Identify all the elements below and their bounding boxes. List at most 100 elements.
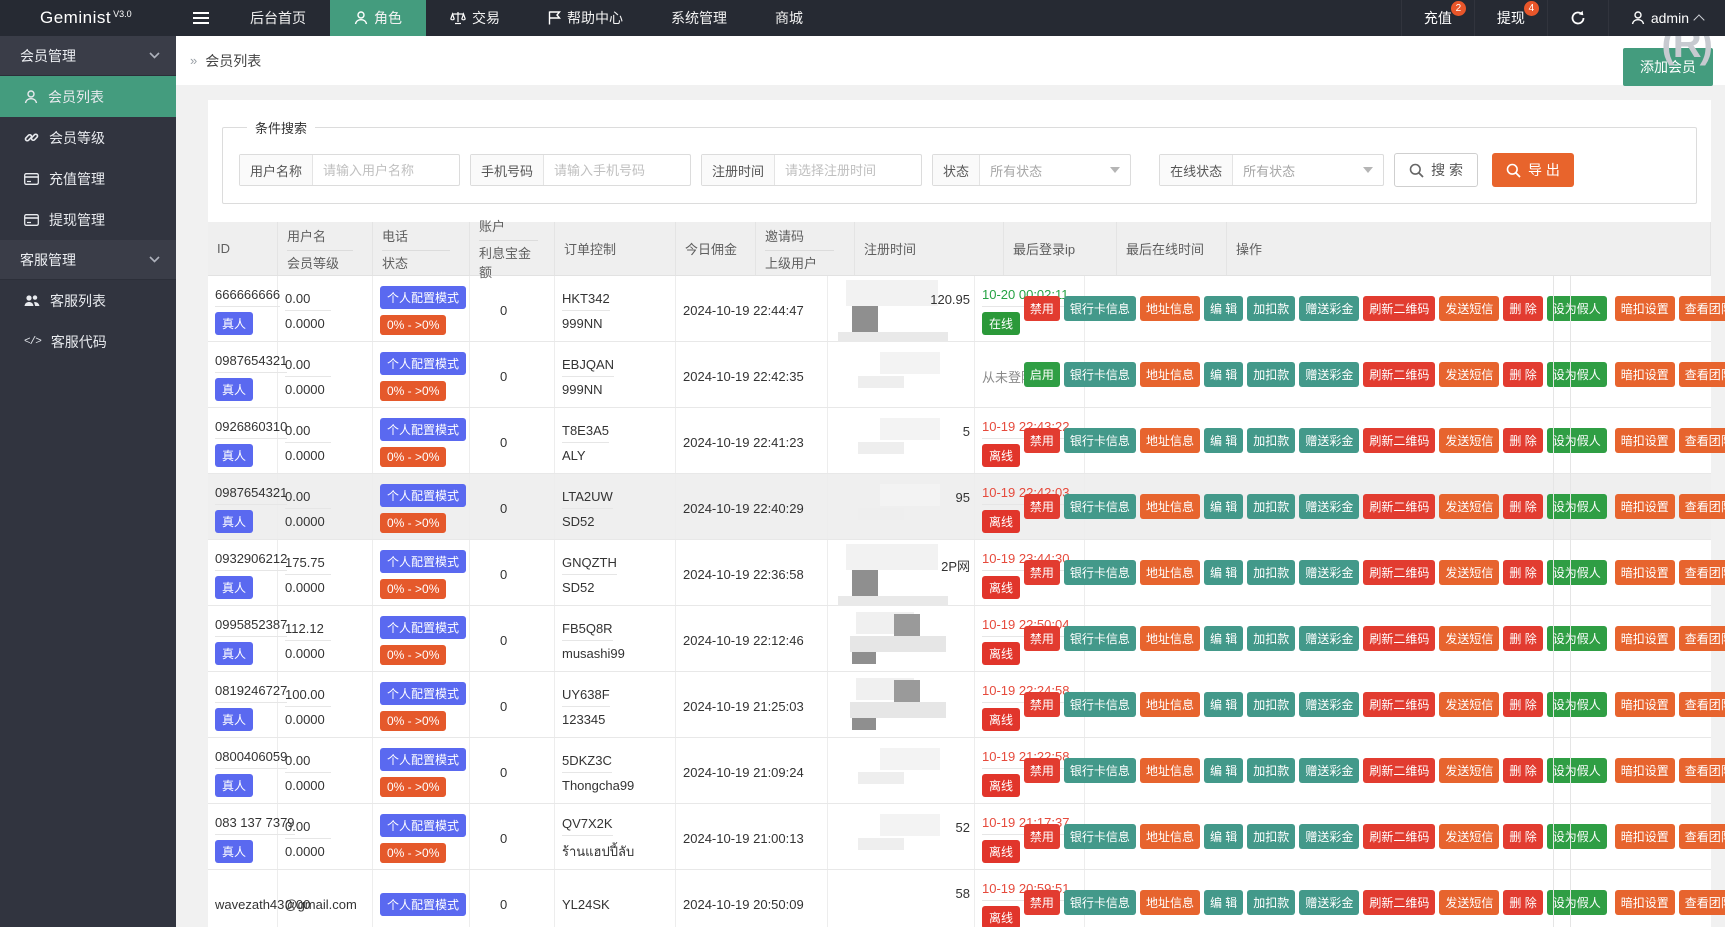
action-加扣款[interactable]: 加扣款 bbox=[1247, 428, 1296, 453]
config-mode-badge[interactable]: 个人配置模式 bbox=[380, 893, 467, 916]
action-赠送彩金[interactable]: 赠送彩金 bbox=[1299, 890, 1360, 915]
action-暗扣设置[interactable]: 暗扣设置 bbox=[1614, 296, 1675, 321]
action-地址信息[interactable]: 地址信息 bbox=[1139, 824, 1200, 849]
action-查看团队[interactable]: 查看团队 bbox=[1678, 428, 1725, 453]
sidebar-item-会员等级[interactable]: 会员等级 bbox=[0, 117, 176, 158]
action-加扣款[interactable]: 加扣款 bbox=[1247, 824, 1296, 849]
action-刷新二维码[interactable]: 刷新二维码 bbox=[1363, 428, 1436, 453]
rate-badge[interactable]: 0% - >0% bbox=[380, 843, 447, 863]
disable-button[interactable]: 禁用 bbox=[1023, 428, 1060, 453]
action-发送短信[interactable]: 发送短信 bbox=[1439, 560, 1500, 585]
action-加扣款[interactable]: 加扣款 bbox=[1247, 494, 1296, 519]
action-赠送彩金[interactable]: 赠送彩金 bbox=[1299, 824, 1360, 849]
nav-withdraw[interactable]: 提现 4 bbox=[1473, 0, 1547, 36]
field-input-手机号码[interactable] bbox=[544, 155, 691, 185]
disable-button[interactable]: 禁用 bbox=[1023, 692, 1060, 717]
disable-button[interactable]: 禁用 bbox=[1023, 824, 1060, 849]
action-赠送彩金[interactable]: 赠送彩金 bbox=[1299, 626, 1360, 651]
action-暗扣设置[interactable]: 暗扣设置 bbox=[1614, 428, 1675, 453]
sidebar-item-充值管理[interactable]: 充值管理 bbox=[0, 158, 176, 199]
sidebar-group-客服管理[interactable]: 客服管理 bbox=[0, 240, 176, 280]
action-赠送彩金[interactable]: 赠送彩金 bbox=[1299, 692, 1360, 717]
action-银行卡信息[interactable]: 银行卡信息 bbox=[1063, 824, 1136, 849]
action-编辑[interactable]: 编 辑 bbox=[1203, 494, 1244, 519]
action-编辑[interactable]: 编 辑 bbox=[1203, 626, 1244, 651]
action-编辑[interactable]: 编 辑 bbox=[1203, 758, 1244, 783]
action-删除[interactable]: 删 除 bbox=[1503, 824, 1543, 849]
field-input-用户名称[interactable] bbox=[313, 155, 460, 185]
action-加扣款[interactable]: 加扣款 bbox=[1247, 692, 1296, 717]
action-暗扣设置[interactable]: 暗扣设置 bbox=[1614, 692, 1675, 717]
action-删除[interactable]: 删 除 bbox=[1503, 560, 1543, 585]
config-mode-badge[interactable]: 个人配置模式 bbox=[380, 748, 467, 771]
action-编辑[interactable]: 编 辑 bbox=[1203, 296, 1244, 321]
action-设为假人[interactable]: 设为假人 bbox=[1546, 692, 1607, 717]
action-设为假人[interactable]: 设为假人 bbox=[1546, 824, 1607, 849]
action-发送短信[interactable]: 发送短信 bbox=[1439, 362, 1500, 387]
action-设为假人[interactable]: 设为假人 bbox=[1546, 296, 1607, 321]
action-刷新二维码[interactable]: 刷新二维码 bbox=[1363, 560, 1436, 585]
nav-item-商城[interactable]: 商城 bbox=[751, 0, 827, 36]
action-查看团队[interactable]: 查看团队 bbox=[1678, 494, 1725, 519]
nav-recharge[interactable]: 充值 2 bbox=[1400, 0, 1474, 36]
nav-item-交易[interactable]: 交易 bbox=[426, 0, 524, 36]
action-银行卡信息[interactable]: 银行卡信息 bbox=[1063, 362, 1136, 387]
sidebar-group-会员管理[interactable]: 会员管理 bbox=[0, 36, 176, 76]
action-暗扣设置[interactable]: 暗扣设置 bbox=[1614, 560, 1675, 585]
export-button[interactable]: 导 出 bbox=[1491, 153, 1574, 187]
action-暗扣设置[interactable]: 暗扣设置 bbox=[1614, 824, 1675, 849]
action-赠送彩金[interactable]: 赠送彩金 bbox=[1299, 362, 1360, 387]
action-银行卡信息[interactable]: 银行卡信息 bbox=[1063, 494, 1136, 519]
brand-logo[interactable]: Geminist V3.0 bbox=[0, 0, 176, 36]
action-删除[interactable]: 删 除 bbox=[1503, 494, 1543, 519]
action-发送短信[interactable]: 发送短信 bbox=[1439, 428, 1500, 453]
action-暗扣设置[interactable]: 暗扣设置 bbox=[1614, 626, 1675, 651]
action-设为假人[interactable]: 设为假人 bbox=[1546, 890, 1607, 915]
action-删除[interactable]: 删 除 bbox=[1503, 362, 1543, 387]
action-设为假人[interactable]: 设为假人 bbox=[1546, 560, 1607, 585]
action-发送短信[interactable]: 发送短信 bbox=[1439, 758, 1500, 783]
action-加扣款[interactable]: 加扣款 bbox=[1247, 560, 1296, 585]
action-查看团队[interactable]: 查看团队 bbox=[1678, 824, 1725, 849]
action-加扣款[interactable]: 加扣款 bbox=[1247, 758, 1296, 783]
action-赠送彩金[interactable]: 赠送彩金 bbox=[1299, 428, 1360, 453]
disable-button[interactable]: 禁用 bbox=[1023, 758, 1060, 783]
action-刷新二维码[interactable]: 刷新二维码 bbox=[1363, 362, 1436, 387]
action-删除[interactable]: 删 除 bbox=[1503, 692, 1543, 717]
action-地址信息[interactable]: 地址信息 bbox=[1139, 494, 1200, 519]
rate-badge[interactable]: 0% - >0% bbox=[380, 447, 447, 467]
action-查看团队[interactable]: 查看团队 bbox=[1678, 758, 1725, 783]
action-编辑[interactable]: 编 辑 bbox=[1203, 824, 1244, 849]
sidebar-item-会员列表[interactable]: 会员列表 bbox=[0, 76, 176, 117]
action-赠送彩金[interactable]: 赠送彩金 bbox=[1299, 494, 1360, 519]
user-menu[interactable]: admin bbox=[1607, 0, 1725, 36]
action-赠送彩金[interactable]: 赠送彩金 bbox=[1299, 758, 1360, 783]
action-刷新二维码[interactable]: 刷新二维码 bbox=[1363, 758, 1436, 783]
action-刷新二维码[interactable]: 刷新二维码 bbox=[1363, 626, 1436, 651]
action-查看团队[interactable]: 查看团队 bbox=[1678, 626, 1725, 651]
action-银行卡信息[interactable]: 银行卡信息 bbox=[1063, 890, 1136, 915]
field-select-在线状态[interactable]: 所有状态 bbox=[1233, 155, 1383, 185]
action-删除[interactable]: 删 除 bbox=[1503, 428, 1543, 453]
action-银行卡信息[interactable]: 银行卡信息 bbox=[1063, 758, 1136, 783]
sidebar-item-客服代码[interactable]: </> 客服代码 bbox=[0, 321, 176, 362]
action-地址信息[interactable]: 地址信息 bbox=[1139, 692, 1200, 717]
config-mode-badge[interactable]: 个人配置模式 bbox=[380, 352, 467, 375]
action-加扣款[interactable]: 加扣款 bbox=[1247, 626, 1296, 651]
action-查看团队[interactable]: 查看团队 bbox=[1678, 362, 1725, 387]
action-地址信息[interactable]: 地址信息 bbox=[1139, 362, 1200, 387]
action-加扣款[interactable]: 加扣款 bbox=[1247, 296, 1296, 321]
action-设为假人[interactable]: 设为假人 bbox=[1546, 428, 1607, 453]
config-mode-badge[interactable]: 个人配置模式 bbox=[380, 484, 467, 507]
action-删除[interactable]: 删 除 bbox=[1503, 758, 1543, 783]
field-select-状态[interactable]: 所有状态 bbox=[980, 155, 1130, 185]
action-暗扣设置[interactable]: 暗扣设置 bbox=[1614, 890, 1675, 915]
rate-badge[interactable]: 0% - >0% bbox=[380, 315, 447, 335]
action-编辑[interactable]: 编 辑 bbox=[1203, 560, 1244, 585]
action-查看团队[interactable]: 查看团队 bbox=[1678, 296, 1725, 321]
sidebar-item-提现管理[interactable]: 提现管理 bbox=[0, 199, 176, 240]
action-删除[interactable]: 删 除 bbox=[1503, 296, 1543, 321]
nav-item-帮助中心[interactable]: 帮助中心 bbox=[524, 0, 647, 36]
config-mode-badge[interactable]: 个人配置模式 bbox=[380, 682, 467, 705]
action-查看团队[interactable]: 查看团队 bbox=[1678, 560, 1725, 585]
